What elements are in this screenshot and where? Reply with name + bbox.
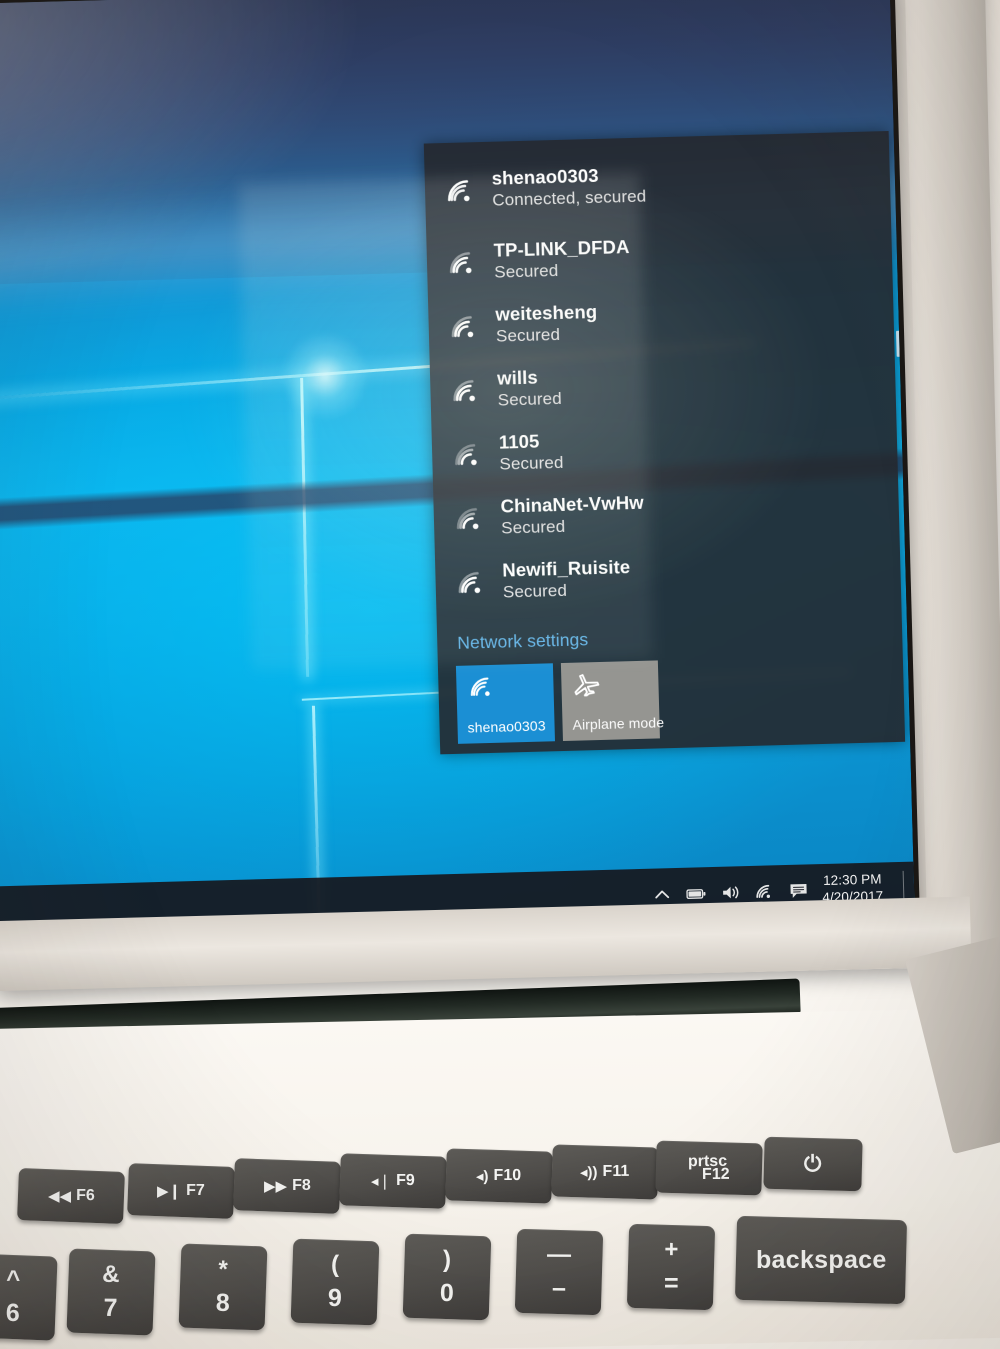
key-minus-bottom: – xyxy=(551,1273,566,1303)
windows-desktop: shenao0303 Connected, secured TP-LINK_DF… xyxy=(0,0,915,947)
wifi-network-text: 1105 Secured xyxy=(499,430,564,475)
wifi-status: Connected, secured xyxy=(492,186,647,210)
key-f12-label: F12 xyxy=(702,1165,730,1183)
wifi-network-text: wills Secured xyxy=(497,366,562,411)
volume-up-icon: ◂)) xyxy=(580,1164,598,1182)
wifi-signal-icon xyxy=(445,248,479,277)
key-f10-label: F10 xyxy=(493,1166,522,1185)
key-8-top: * xyxy=(218,1255,228,1284)
key-prtsc-f12[interactable]: prtsc F12 xyxy=(655,1140,763,1196)
key-f7[interactable]: ▶❙ F7 xyxy=(127,1163,235,1219)
wifi-ssid: TP-LINK_DFDA xyxy=(493,236,630,262)
play-pause-icon: ▶❙ xyxy=(157,1182,182,1201)
wifi-status: Secured xyxy=(495,325,561,346)
key-6-bottom: 6 xyxy=(5,1298,20,1328)
key-8[interactable]: * 8 xyxy=(178,1243,268,1331)
wifi-signal-icon xyxy=(450,440,484,469)
wifi-network-text: shenao0303 Connected, secured xyxy=(491,164,646,211)
key-f10[interactable]: ◂) F10 xyxy=(445,1148,553,1204)
wifi-signal-icon xyxy=(452,504,486,533)
key-f9[interactable]: ◂❘ F9 xyxy=(339,1153,447,1209)
wifi-network-text: Newifi_Ruisite Secured xyxy=(502,557,631,604)
wifi-toggle-tile[interactable]: shenao0303 xyxy=(455,663,555,744)
key-9-top: ( xyxy=(331,1250,340,1279)
key-0-bottom: 0 xyxy=(439,1278,454,1308)
power-icon: ⏻ xyxy=(804,1150,822,1177)
volume-icon[interactable] xyxy=(720,882,741,903)
wifi-signal-icon xyxy=(448,376,482,405)
wifi-icon[interactable] xyxy=(754,881,775,902)
key-equals[interactable]: + = xyxy=(626,1223,716,1311)
airplane-mode-tile[interactable]: Airplane mode xyxy=(560,660,665,742)
key-f11[interactable]: ◂)) F11 xyxy=(551,1144,659,1200)
wifi-network-text: weitesheng Secured xyxy=(495,301,598,347)
key-backspace-label: backspace xyxy=(755,1245,887,1274)
wifi-network-text: ChinaNet-VwHw Secured xyxy=(500,492,644,539)
wifi-status: Secured xyxy=(500,517,566,538)
key-f6[interactable]: ◀◀ F6 xyxy=(17,1167,125,1225)
windows-logo-glow xyxy=(279,329,372,423)
fast-forward-icon: ▶▶ xyxy=(263,1178,287,1195)
wifi-ssid: weitesheng xyxy=(495,301,598,326)
wifi-signal-icon xyxy=(453,568,487,597)
wifi-status: Secured xyxy=(494,261,559,282)
airplane-tile-label: Airplane mode xyxy=(572,713,665,733)
key-7-top: & xyxy=(102,1260,120,1289)
mute-icon: ◂❘ xyxy=(371,1173,392,1191)
action-center-icon[interactable] xyxy=(788,880,809,901)
key-0-top: ) xyxy=(443,1245,452,1274)
quick-action-tiles: shenao0303 Airplane mode xyxy=(438,654,905,745)
key-6-top: ^ xyxy=(6,1265,21,1294)
key-0[interactable]: ) 0 xyxy=(402,1233,492,1321)
key-8-bottom: 8 xyxy=(215,1288,230,1318)
photo-scene: shenao0303 Connected, secured TP-LINK_DF… xyxy=(0,0,1000,1349)
key-f8-label: F8 xyxy=(291,1177,311,1194)
key-minus[interactable]: — – xyxy=(514,1228,604,1316)
wifi-ssid: 1105 xyxy=(498,430,540,454)
wifi-status: Secured xyxy=(497,389,563,410)
volume-down-icon: ◂) xyxy=(476,1168,490,1186)
key-f7-label: F7 xyxy=(186,1182,205,1200)
wifi-network-text: TP-LINK_DFDA Secured xyxy=(493,236,630,283)
windows-logo-line-vertical xyxy=(299,378,309,678)
key-f11-label: F11 xyxy=(602,1162,630,1181)
key-f6-label: F6 xyxy=(75,1187,95,1205)
power-button[interactable]: ⏻ xyxy=(763,1136,863,1192)
wifi-icon xyxy=(466,675,497,700)
key-f8[interactable]: ▶▶ F8 xyxy=(233,1158,341,1214)
key-9-bottom: 9 xyxy=(327,1283,342,1313)
wifi-ssid: shenao0303 xyxy=(491,165,599,190)
wifi-ssid: Newifi_Ruisite xyxy=(502,556,631,581)
wifi-signal-icon xyxy=(446,312,480,341)
wifi-status: Secured xyxy=(499,453,564,474)
wifi-ssid: wills xyxy=(496,366,539,390)
wifi-network-item[interactable]: Newifi_Ruisite Secured xyxy=(435,539,902,616)
key-7-bottom: 7 xyxy=(103,1293,118,1323)
wifi-network-item[interactable]: shenao0303 Connected, secured xyxy=(424,147,891,232)
key-minus-top: — xyxy=(547,1240,572,1269)
key-7[interactable]: & 7 xyxy=(66,1248,156,1336)
rewind-icon: ◀◀ xyxy=(47,1187,71,1205)
key-9[interactable]: ( 9 xyxy=(290,1238,380,1326)
wifi-tile-label: shenao0303 xyxy=(467,717,546,736)
wifi-ssid: ChinaNet-VwHw xyxy=(500,492,644,518)
laptop-keyboard: ◀◀ F6 ▶❙ F7 ▶▶ F8 ◂❘ F9 ◂) F10 ◂)) F11 p… xyxy=(0,1130,1000,1349)
wifi-flyout-panel[interactable]: shenao0303 Connected, secured TP-LINK_DF… xyxy=(423,130,906,755)
clock-time: 12:30 PM xyxy=(822,871,882,889)
key-equals-bottom: = xyxy=(663,1268,679,1298)
wifi-status: Secured xyxy=(502,581,568,602)
show-hidden-icons-icon[interactable] xyxy=(652,884,673,905)
key-backspace[interactable]: backspace xyxy=(734,1215,908,1305)
airplane-icon xyxy=(571,672,602,697)
wifi-signal-icon xyxy=(443,176,477,205)
key-f9-label: F9 xyxy=(396,1171,415,1189)
wifi-network-list: shenao0303 Connected, secured TP-LINK_DF… xyxy=(424,131,902,617)
battery-icon[interactable] xyxy=(686,883,707,904)
key-6[interactable]: ^ 6 xyxy=(0,1253,58,1341)
laptop-display: shenao0303 Connected, secured TP-LINK_DF… xyxy=(0,0,915,947)
key-equals-top: + xyxy=(663,1235,679,1264)
